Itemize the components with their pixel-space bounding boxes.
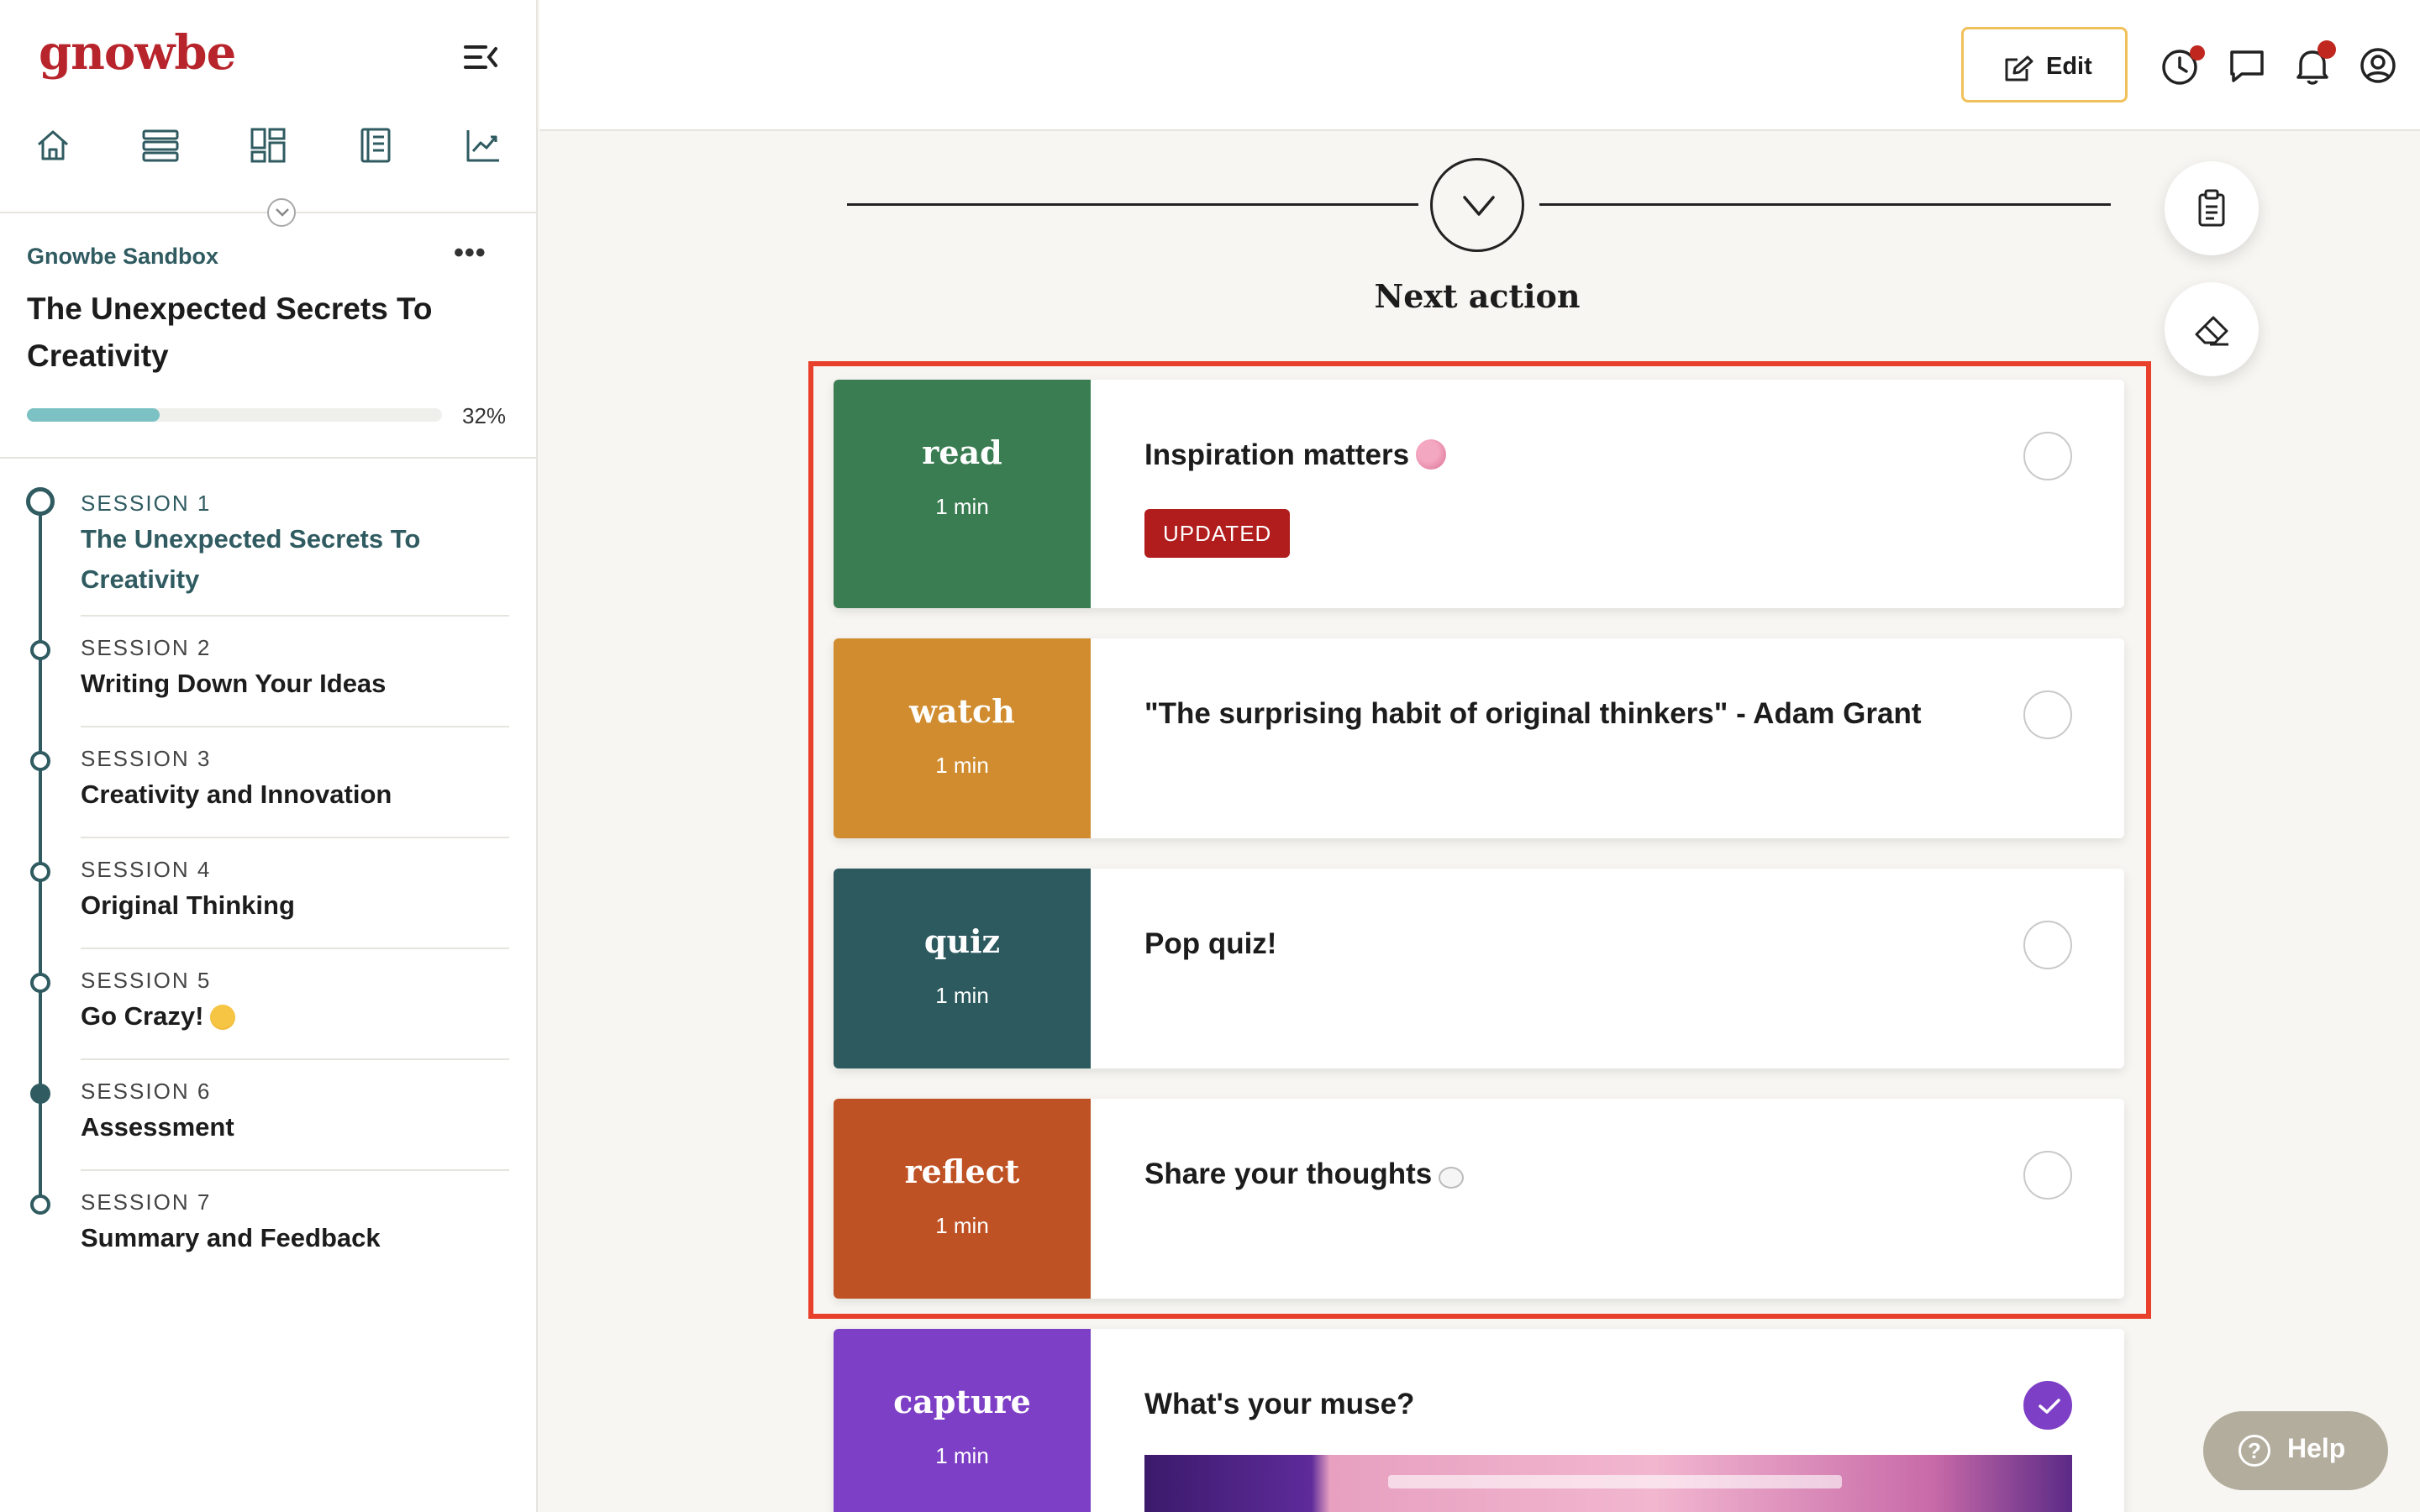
- mind-blown-emoji-icon: [210, 1005, 236, 1030]
- thought-bubble-emoji-icon: [1439, 1167, 1465, 1189]
- action-card-reflect[interactable]: reflect 1 min Share your thoughts: [834, 1099, 2124, 1299]
- course-title: The Unexpected Secrets To Creativity: [27, 291, 433, 373]
- completion-checkbox[interactable]: [2023, 690, 2072, 739]
- course-progress-fill: [27, 408, 160, 422]
- action-type-label: quiz: [923, 922, 1001, 960]
- action-title: Inspiration matters: [1144, 438, 1447, 472]
- divider-line-left: [847, 203, 1418, 206]
- dashboard-icon[interactable]: [247, 124, 289, 166]
- updated-badge: UPDATED: [1144, 509, 1291, 558]
- session-dot: [30, 751, 50, 771]
- completed-checkmark-icon[interactable]: [2023, 1381, 2072, 1430]
- session-dot: [30, 862, 50, 882]
- notification-dot: [2317, 40, 2336, 59]
- session-number: SESSION 2: [81, 635, 212, 660]
- action-card-watch[interactable]: watch 1 min "The surprising habit of ori…: [834, 638, 2124, 838]
- help-label: Help: [2287, 1433, 2346, 1463]
- action-title: What's your muse?: [1144, 1388, 1415, 1420]
- history-notification-dot: [2190, 45, 2205, 60]
- next-action-label: Next action: [1374, 277, 1581, 315]
- analytics-icon[interactable]: [462, 124, 504, 166]
- next-action-chevron-icon[interactable]: [1430, 158, 1524, 252]
- action-duration: 1 min: [935, 494, 989, 519]
- session-number: SESSION 4: [81, 857, 212, 882]
- session-name: Go Crazy!: [81, 996, 476, 1037]
- more-options-icon[interactable]: •••: [454, 237, 487, 270]
- action-type-label: watch: [909, 692, 1015, 730]
- session-number: SESSION 7: [81, 1189, 212, 1215]
- workspace-name[interactable]: Gnowbe Sandbox: [27, 244, 218, 270]
- eraser-icon[interactable]: [2165, 282, 2259, 376]
- action-type-label: capture: [893, 1383, 1031, 1420]
- completion-checkbox[interactable]: [2023, 1151, 2072, 1200]
- help-icon: ?: [2238, 1435, 2270, 1467]
- list-icon[interactable]: [139, 124, 182, 166]
- action-type-tile: capture 1 min: [834, 1329, 1091, 1512]
- session-dot: [30, 640, 50, 660]
- chevron-down-icon[interactable]: [267, 198, 296, 227]
- notebook-icon[interactable]: [355, 124, 397, 166]
- completion-checkbox[interactable]: [2023, 921, 2072, 969]
- edit-button-label: Edit: [2046, 53, 2092, 80]
- action-duration: 1 min: [935, 1213, 989, 1238]
- action-type-tile: quiz 1 min: [834, 869, 1091, 1068]
- action-duration: 1 min: [935, 1443, 989, 1468]
- user-profile-icon[interactable]: [2354, 42, 2402, 89]
- sidebar: gnowbe Gnowbe Sandbox ••• The Unexpected…: [0, 0, 538, 1512]
- course-progress-bar: [27, 408, 442, 422]
- session-name-text: Go Crazy!: [81, 1001, 204, 1031]
- action-duration: 1 min: [935, 753, 989, 778]
- session-number: SESSION 5: [81, 968, 212, 993]
- action-title: Pop quiz!: [1144, 927, 1277, 960]
- action-title: "The surprising habit of original thinke…: [1144, 697, 1922, 730]
- action-duration: 1 min: [935, 983, 989, 1008]
- course-progress-label: 32%: [462, 403, 507, 428]
- completion-checkbox[interactable]: [2023, 432, 2072, 480]
- edit-button[interactable]: Edit: [1961, 27, 2128, 102]
- action-type-tile: reflect 1 min: [834, 1099, 1091, 1299]
- session-dot: [30, 1194, 50, 1215]
- session-number: SESSION 3: [81, 746, 212, 771]
- session-name: The Unexpected Secrets To Creativity: [81, 524, 421, 594]
- chat-icon[interactable]: [2223, 42, 2270, 89]
- session-name: Original Thinking: [81, 890, 295, 920]
- divider-line-right: [1539, 203, 2111, 206]
- session-name: Creativity and Innovation: [81, 780, 392, 809]
- session-name: Summary and Feedback: [81, 1223, 381, 1252]
- action-type-tile: read 1 min: [834, 380, 1091, 608]
- session-name: Assessment: [81, 1112, 234, 1142]
- action-title: Share your thoughts: [1144, 1158, 1465, 1191]
- sidebar-divider: [0, 457, 538, 459]
- session-dot: [26, 487, 55, 516]
- brain-emoji-icon: [1416, 439, 1447, 470]
- clipboard-icon[interactable]: [2165, 161, 2259, 255]
- action-type-tile: watch 1 min: [834, 638, 1091, 838]
- action-card-quiz[interactable]: quiz 1 min Pop quiz!: [834, 869, 2124, 1068]
- help-button[interactable]: ? Help: [2203, 1411, 2388, 1490]
- home-icon[interactable]: [32, 124, 74, 166]
- top-header: [539, 0, 2420, 131]
- gnowbe-logo[interactable]: gnowbe: [39, 25, 236, 81]
- session-dot: [30, 973, 50, 993]
- session-name: Writing Down Your Ideas: [81, 669, 387, 698]
- sidebar-nav: [0, 124, 538, 166]
- session-dot: [30, 1084, 50, 1104]
- action-card-capture[interactable]: capture 1 min What's your muse?: [834, 1329, 2124, 1512]
- action-type-label: reflect: [904, 1152, 1020, 1190]
- action-card-read[interactable]: read 1 min Inspiration matters UPDATED: [834, 380, 2124, 608]
- session-number: SESSION 6: [81, 1079, 212, 1104]
- action-type-label: read: [922, 433, 1002, 471]
- session-number: SESSION 1: [81, 491, 212, 516]
- collapse-sidebar-icon[interactable]: [460, 40, 501, 74]
- capture-image-thumbnail: [1144, 1455, 2072, 1512]
